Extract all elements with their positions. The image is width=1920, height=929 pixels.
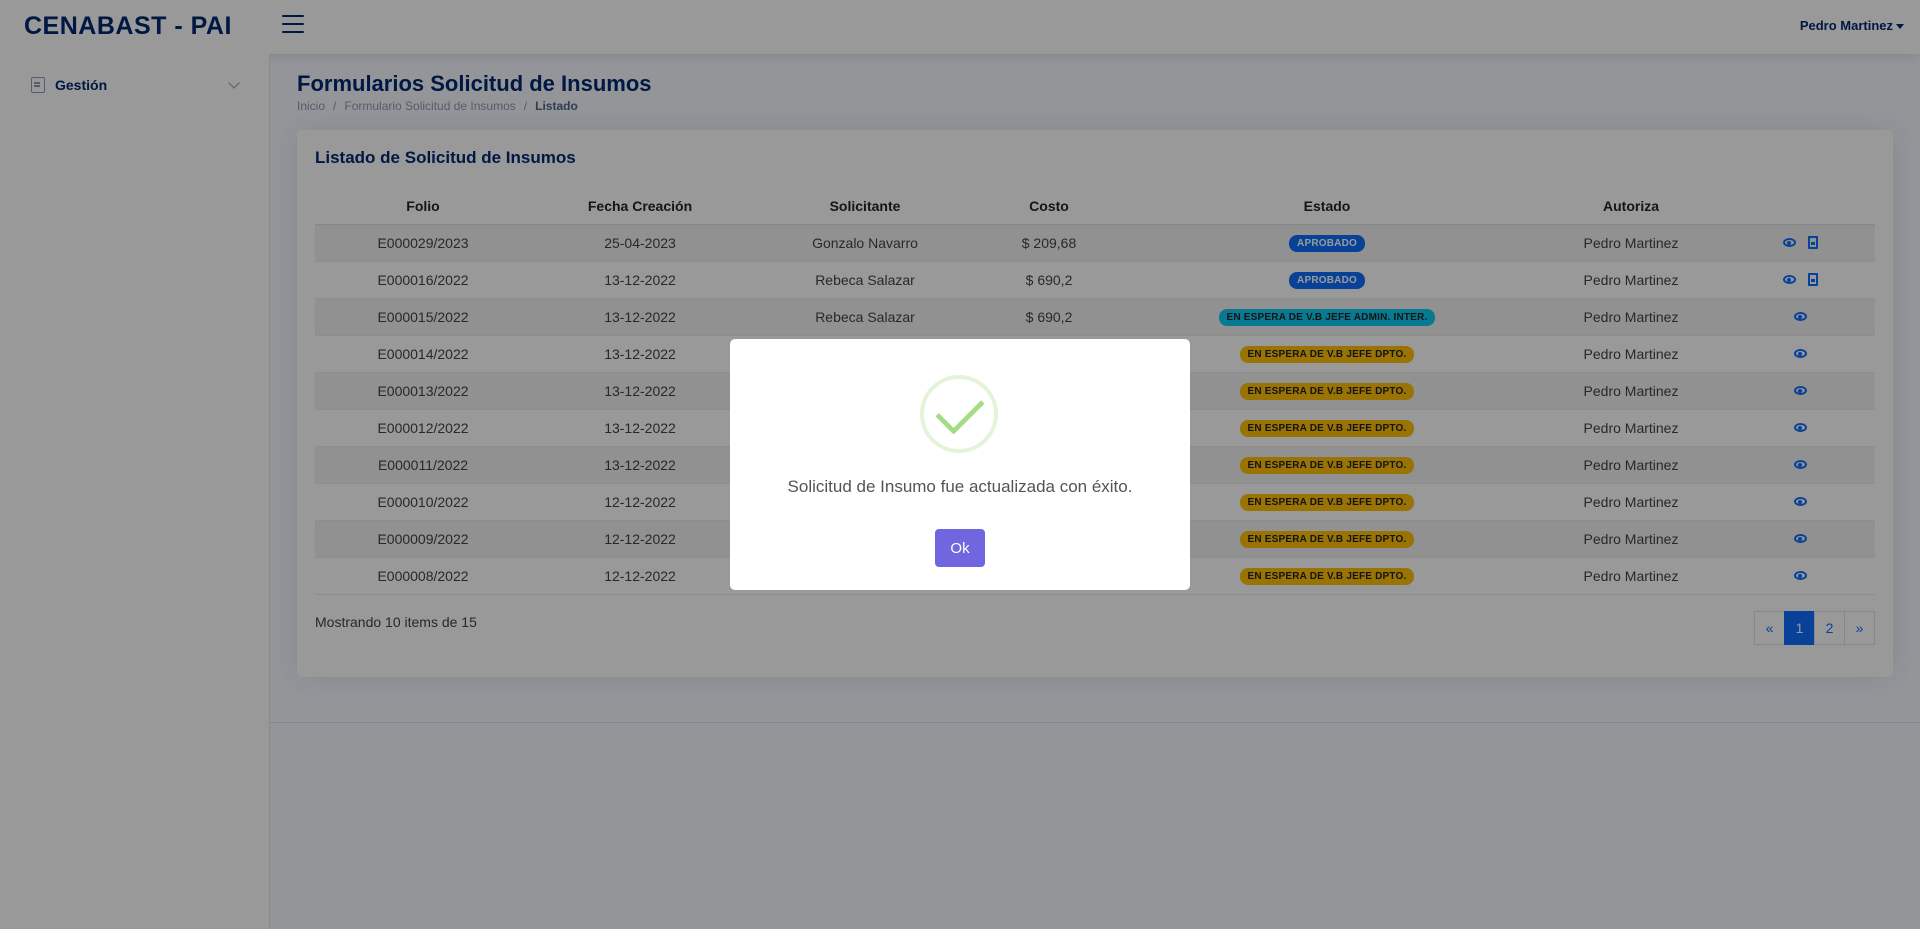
success-check-icon [920, 375, 998, 453]
success-dialog: Solicitud de Insumo fue actualizada con … [730, 339, 1190, 590]
ok-button[interactable]: Ok [935, 529, 985, 567]
dialog-message: Solicitud de Insumo fue actualizada con … [787, 477, 1133, 496]
